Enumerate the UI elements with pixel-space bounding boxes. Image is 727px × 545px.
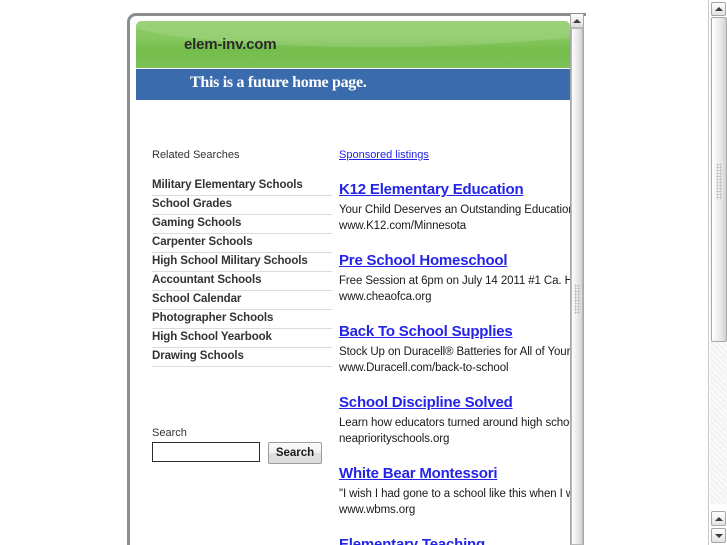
list-item[interactable]: Military Elementary Schools: [152, 177, 332, 196]
list-item[interactable]: High School Yearbook: [152, 329, 332, 348]
sponsored-listings-column: Sponsored listings K12 Elementary Educat…: [339, 104, 570, 545]
ad-url: neapriorityschools.org: [339, 433, 450, 445]
ad-listing: K12 Elementary Education Your Child Dese…: [339, 181, 570, 234]
chevron-up-icon: [573, 18, 581, 23]
ad-url: www.cheaofca.org: [339, 291, 432, 303]
list-item[interactable]: School Calendar: [152, 291, 332, 310]
list-item[interactable]: Accountant Schools: [152, 272, 332, 291]
ad-description: Free Session at 6pm on July 14 2011 #1 C…: [339, 275, 570, 287]
browser-scrollbar[interactable]: [708, 0, 727, 545]
related-searches-list: Military Elementary Schools School Grade…: [152, 177, 332, 367]
related-search-link[interactable]: School Calendar: [152, 292, 332, 307]
search-input[interactable]: [152, 442, 260, 462]
related-search-link[interactable]: School Grades: [152, 197, 332, 212]
scrollbar-up-arrow-button[interactable]: [711, 511, 726, 526]
chevron-down-icon: [714, 533, 723, 538]
related-searches-column: Related Searches Military Elementary Sch…: [152, 104, 332, 464]
site-title: elem-inv.com: [184, 36, 277, 53]
related-search-link[interactable]: High School Yearbook: [152, 330, 332, 345]
ad-title-link[interactable]: School Discipline Solved: [339, 394, 570, 412]
related-search-link[interactable]: Military Elementary Schools: [152, 178, 332, 193]
related-search-link[interactable]: Drawing Schools: [152, 349, 332, 364]
scrollbar-thumb[interactable]: [711, 17, 727, 342]
related-search-link[interactable]: Carpenter Schools: [152, 235, 332, 250]
scrollbar-up-arrow-button[interactable]: [711, 2, 726, 16]
scrollbar-grip-icon: [574, 284, 580, 314]
search-label: Search: [152, 427, 187, 439]
ad-url: www.Duracell.com/back-to-school: [339, 362, 509, 374]
ad-listing: White Bear Montessori "I wish I had gone…: [339, 465, 570, 518]
scrollbar-up-arrow-button[interactable]: [571, 14, 583, 28]
chevron-up-icon: [714, 7, 723, 11]
ad-title-link[interactable]: K12 Elementary Education: [339, 181, 570, 199]
scrollbar-thumb[interactable]: [571, 28, 583, 545]
ad-title-link[interactable]: Elementary Teaching: [339, 536, 570, 545]
page-viewport: elem-inv.com This is a future home page.…: [133, 18, 570, 545]
tagline-banner: This is a future home page.: [136, 69, 570, 100]
page-body: Related Searches Military Elementary Sch…: [133, 104, 570, 545]
ad-description: Learn how educators turned around high s…: [339, 417, 570, 429]
search-row: Search: [152, 442, 332, 464]
inner-page-scrollbar[interactable]: [570, 14, 584, 545]
related-searches-heading: Related Searches: [152, 149, 240, 161]
ad-description: Stock Up on Duracell® Batteries for All …: [339, 346, 570, 358]
tagline-text: This is a future home page.: [190, 74, 367, 91]
scrollbar-arrow-pair[interactable]: [711, 511, 726, 543]
sponsored-listings-link[interactable]: Sponsored listings: [339, 149, 429, 161]
ad-listing: Elementary Teaching Elementary Education…: [339, 536, 570, 545]
related-search-link[interactable]: High School Military Schools: [152, 254, 332, 269]
list-item[interactable]: High School Military Schools: [152, 253, 332, 272]
search-button[interactable]: Search: [268, 442, 322, 464]
ad-listing: School Discipline Solved Learn how educa…: [339, 394, 570, 447]
ad-description: "I wish I had gone to a school like this…: [339, 488, 570, 500]
related-search-link[interactable]: Accountant Schools: [152, 273, 332, 288]
ad-url: www.K12.com/Minnesota: [339, 220, 467, 232]
ad-listing: Back To School Supplies Stock Up on Dura…: [339, 323, 570, 376]
ad-url: www.wbms.org: [339, 504, 416, 516]
search-block: Search Search: [152, 427, 332, 464]
scrollbar-grip-icon: [716, 163, 722, 199]
list-item[interactable]: Carpenter Schools: [152, 234, 332, 253]
related-search-link[interactable]: Gaming Schools: [152, 216, 332, 231]
ad-title-link[interactable]: Pre School Homeschool: [339, 252, 570, 270]
list-item[interactable]: School Grades: [152, 196, 332, 215]
chevron-up-icon: [714, 516, 723, 521]
ad-description: Your Child Deserves an Outstanding Educa…: [339, 204, 570, 216]
ad-title-link[interactable]: White Bear Montessori: [339, 465, 570, 483]
list-item[interactable]: Photographer Schools: [152, 310, 332, 329]
site-header-banner: elem-inv.com: [136, 21, 570, 68]
related-search-link[interactable]: Photographer Schools: [152, 311, 332, 326]
list-item[interactable]: Gaming Schools: [152, 215, 332, 234]
list-item[interactable]: Drawing Schools: [152, 348, 332, 367]
ad-listing: Pre School Homeschool Free Session at 6p…: [339, 252, 570, 305]
scrollbar-down-arrow-button[interactable]: [711, 528, 726, 543]
ad-title-link[interactable]: Back To School Supplies: [339, 323, 570, 341]
screenshot-root: elem-inv.com This is a future home page.…: [0, 0, 727, 545]
